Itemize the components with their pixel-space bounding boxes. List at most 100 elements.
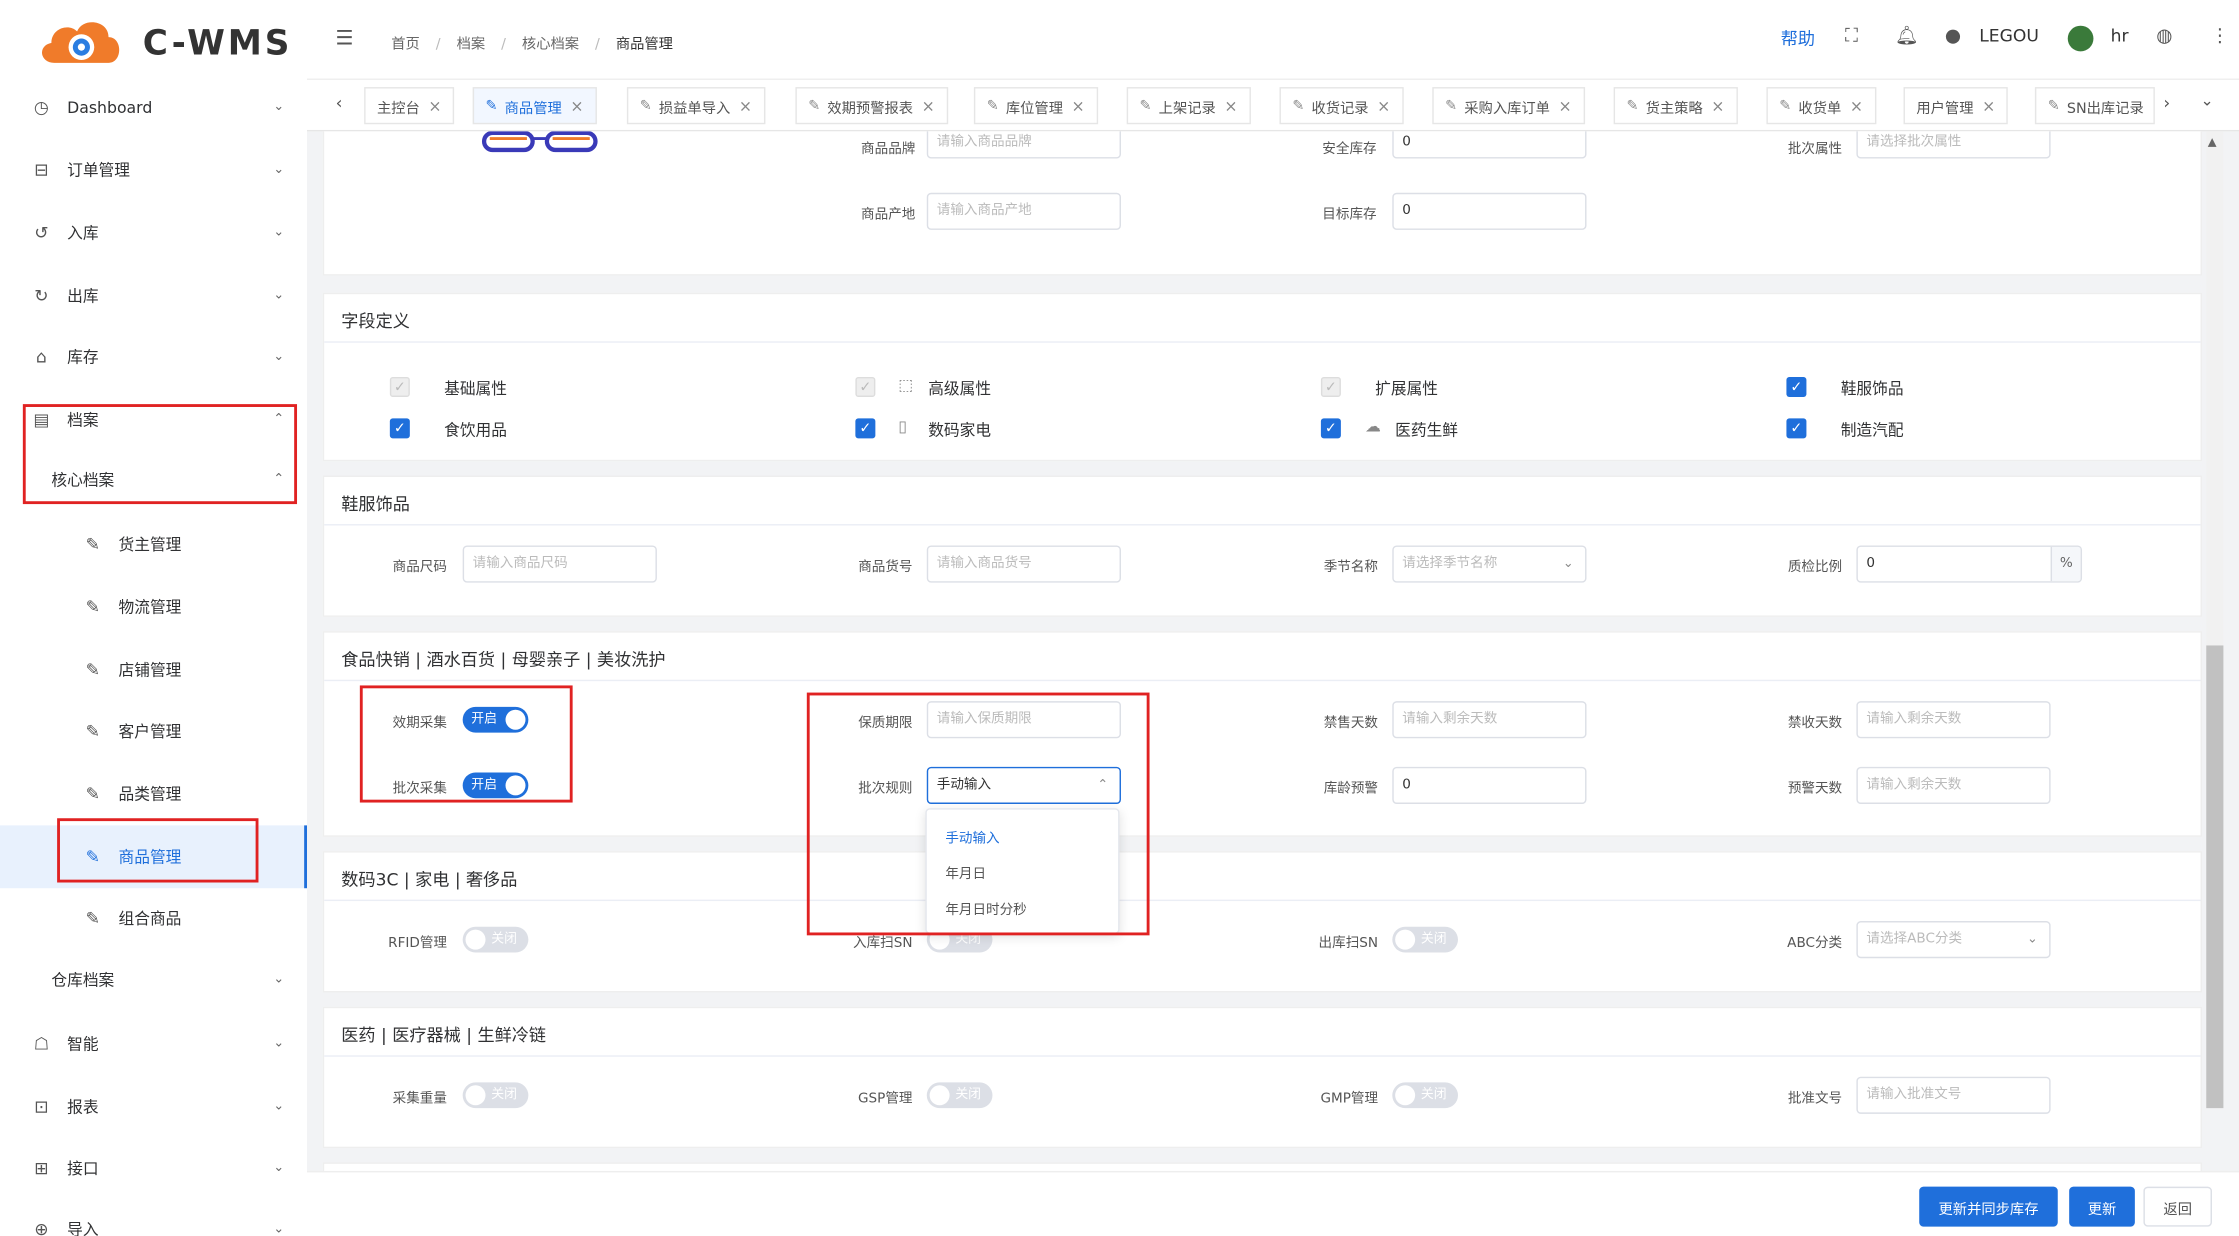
sidebar-item-orders[interactable]: ⊟ 订单管理 ⌄ xyxy=(0,139,307,202)
fullscreen-icon[interactable]: ⛶ xyxy=(1845,26,1858,47)
close-icon[interactable]: × xyxy=(428,96,441,115)
sku-input[interactable]: 请输入商品货号 xyxy=(926,545,1121,583)
more-icon[interactable]: ⋮ xyxy=(2211,26,2230,47)
toggle-text: 关闭 xyxy=(1420,1088,1447,1103)
gsp-toggle[interactable]: 关闭 xyxy=(926,1082,993,1109)
rfid-toggle[interactable]: 关闭 xyxy=(462,926,529,953)
origin-input[interactable]: 请输入商品产地 xyxy=(926,192,1121,230)
sidebar-item-label: 库存 xyxy=(67,348,99,367)
abc-class-select[interactable]: 请选择ABC分类 ⌄ xyxy=(1856,921,2051,959)
tab-putaway[interactable]: ✎ 上架记录 × xyxy=(1126,87,1251,125)
tab-scroll-right-icon[interactable]: › xyxy=(2163,93,2170,113)
safety-stock-input[interactable]: 0 xyxy=(1392,131,1587,159)
weight-toggle[interactable]: 关闭 xyxy=(462,1082,529,1109)
sidebar-item-inbound[interactable]: ↺ 入库 ⌄ xyxy=(0,201,307,264)
help-link[interactable]: 帮助 xyxy=(1781,26,1815,50)
close-icon[interactable]: × xyxy=(1850,96,1863,115)
sidebar-item-logistics[interactable]: ✎ 物流管理 xyxy=(0,575,307,638)
field-label: GMP管理 xyxy=(1320,1090,1379,1107)
globe-icon[interactable]: ◍ xyxy=(2156,26,2172,47)
close-icon[interactable]: × xyxy=(1377,96,1390,115)
target-stock-input[interactable]: 0 xyxy=(1392,192,1587,230)
sidebar-item-owner[interactable]: ✎ 货主管理 xyxy=(0,513,307,576)
sidebar-item-category[interactable]: ✎ 品类管理 xyxy=(0,763,307,826)
checkbox-label: 扩展属性 xyxy=(1375,379,1438,399)
tab-label: 损益单导入 xyxy=(658,100,731,117)
tab-owner-strategy[interactable]: ✎ 货主策略 × xyxy=(1613,87,1738,125)
sidebar-item-report[interactable]: ⊡ 报表 ⌄ xyxy=(0,1075,307,1138)
outbound-sn-toggle[interactable]: 关闭 xyxy=(1392,926,1458,953)
sidebar-item-customer[interactable]: ✎ 客户管理 xyxy=(0,700,307,763)
close-icon[interactable]: × xyxy=(570,96,583,115)
checkbox-advanced[interactable]: ✓ xyxy=(855,376,876,397)
stock-age-input[interactable]: 0 xyxy=(1392,766,1587,804)
tab-receiving-log[interactable]: ✎ 收货记录 × xyxy=(1279,87,1404,125)
edit-icon: ✎ xyxy=(85,783,101,804)
logo: C-WMS xyxy=(34,11,292,74)
approval-number-input[interactable]: 请输入批准文号 xyxy=(1856,1076,2051,1114)
checkbox-apparel[interactable]: ✓ xyxy=(1786,376,1807,397)
close-icon[interactable]: × xyxy=(1224,96,1237,115)
tab-location[interactable]: ✎ 库位管理 × xyxy=(973,87,1098,125)
breadcrumb-item[interactable]: 核心档案 xyxy=(522,37,579,53)
scroll-up-icon[interactable]: ▲ xyxy=(2208,136,2217,149)
checkbox-manufacturing[interactable]: ✓ xyxy=(1786,418,1807,439)
tab-receipt[interactable]: ✎ 收货单 × xyxy=(1766,87,1876,125)
divider xyxy=(324,899,2201,902)
checkbox-extended[interactable]: ✓ xyxy=(1320,376,1341,397)
update-button[interactable]: 更新 xyxy=(2069,1186,2135,1227)
season-select[interactable]: 请选择季节名称 ⌄ xyxy=(1392,545,1587,583)
update-sync-button[interactable]: 更新并同步库存 xyxy=(1919,1186,2058,1227)
qc-ratio-input[interactable]: 0% xyxy=(1856,545,2083,583)
checkbox-digital[interactable]: ✓ xyxy=(855,418,876,439)
close-icon[interactable]: × xyxy=(739,96,752,115)
tab-menu-chevron-icon[interactable]: ⌄ xyxy=(2201,91,2214,110)
back-button[interactable]: 返回 xyxy=(2143,1186,2212,1227)
close-icon[interactable]: × xyxy=(1072,96,1085,115)
close-icon[interactable]: × xyxy=(1711,96,1724,115)
close-icon[interactable]: × xyxy=(1982,96,1995,115)
sidebar-item-outbound[interactable]: ↻ 出库 ⌄ xyxy=(0,264,307,327)
close-icon[interactable]: × xyxy=(1559,96,1572,115)
no-sell-days-input[interactable]: 请输入剩余天数 xyxy=(1392,701,1587,739)
tab-expiry-report[interactable]: ✎ 效期预警报表 × xyxy=(795,87,948,125)
tab-label: 采购入库订单 xyxy=(1464,100,1550,117)
menu-fold-icon[interactable]: ☰ xyxy=(336,27,354,50)
field-label: 安全库存 xyxy=(1322,141,1377,158)
tab-loss-import[interactable]: ✎ 损益单导入 × xyxy=(626,87,765,125)
no-receive-days-input[interactable]: 请输入剩余天数 xyxy=(1856,701,2051,739)
close-icon[interactable]: × xyxy=(922,96,935,115)
company-name[interactable]: LEGOU xyxy=(1979,26,2039,46)
bell-icon[interactable]: 🔔︎ xyxy=(1895,26,1919,47)
avatar[interactable] xyxy=(2067,25,2094,52)
size-input[interactable]: 请输入商品尺码 xyxy=(462,545,657,583)
checkbox-food[interactable]: ✓ xyxy=(389,418,410,439)
tab-scroll-left-icon[interactable]: ‹ xyxy=(336,93,343,113)
checkbox-medical[interactable]: ✓ xyxy=(1320,418,1341,439)
checkbox-basic[interactable]: ✓ xyxy=(389,376,410,397)
tab-purchase-order[interactable]: ✎ 采购入库订单 × xyxy=(1432,87,1585,125)
tab-product[interactable]: ✎ 商品管理 × xyxy=(472,87,597,125)
tab-sn-outbound[interactable]: ✎ SN出库记录 xyxy=(2034,87,2155,125)
gmp-toggle[interactable]: 关闭 xyxy=(1392,1082,1458,1109)
sidebar-item-combo[interactable]: ✎ 组合商品 xyxy=(0,887,307,950)
warning-days-input[interactable]: 请输入剩余天数 xyxy=(1856,766,2051,804)
batch-attr-select[interactable]: 请选择批次属性 xyxy=(1856,131,2051,159)
sidebar-item-dashboard[interactable]: ◷ Dashboard ⌄ xyxy=(0,76,307,139)
sidebar-item-warehouse-archive[interactable]: 仓库档案 ⌄ xyxy=(0,948,307,1011)
sidebar-item-api[interactable]: ⊞ 接口 ⌄ xyxy=(0,1137,307,1200)
tab-console[interactable]: 主控台 × xyxy=(364,87,455,125)
tab-user[interactable]: 用户管理 × xyxy=(1903,87,2009,125)
user-name[interactable]: hr xyxy=(2111,26,2129,46)
sidebar-item-inventory[interactable]: ⌂ 库存 ⌄ xyxy=(0,326,307,389)
sidebar-item-shop[interactable]: ✎ 店铺管理 xyxy=(0,638,307,701)
brand-input[interactable]: 请输入商品品牌 xyxy=(926,131,1121,159)
sidebar-item-smart[interactable]: ☖ 智能 ⌄ xyxy=(0,1012,307,1075)
divider xyxy=(324,341,2201,343)
chevron-down-icon: ⌄ xyxy=(273,99,285,115)
breadcrumb-item[interactable]: 首页 xyxy=(391,37,420,53)
sidebar-item-import[interactable]: ⊕ 导入 ⌄ xyxy=(0,1198,307,1236)
scrollbar-thumb[interactable] xyxy=(2206,645,2224,1109)
sidebar: C-WMS ◷ Dashboard ⌄ ⊟ 订单管理 ⌄ ↺ 入库 ⌄ ↻ 出库… xyxy=(0,0,308,1236)
breadcrumb-item[interactable]: 档案 xyxy=(457,37,486,53)
